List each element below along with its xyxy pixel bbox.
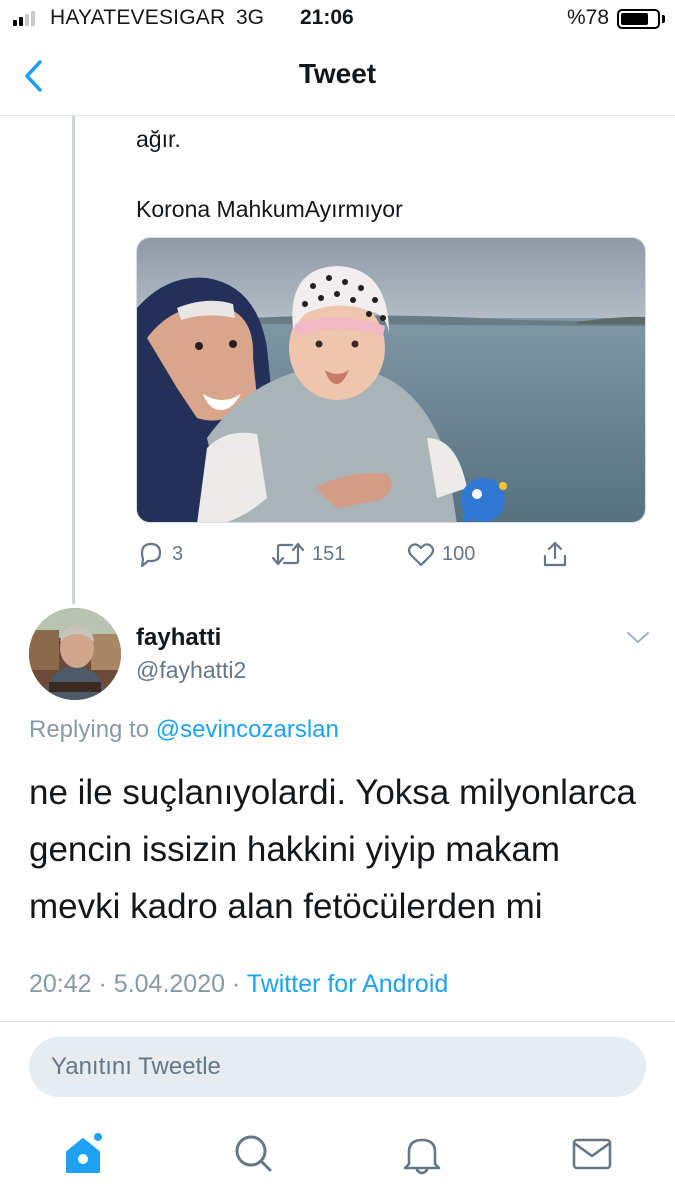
tweet-date: 5.04.2020 <box>113 970 226 998</box>
network-type: 3G <box>236 6 265 29</box>
retweet-icon <box>271 542 305 566</box>
tweet-text: ne ile suçlanıyolardi. Yoksa milyonlarca… <box>29 764 659 935</box>
search-icon <box>235 1135 272 1172</box>
battery-nub <box>662 15 665 23</box>
tweet-photo[interactable] <box>136 237 646 523</box>
previous-tweet-actions: 3 151 100 <box>136 536 576 572</box>
tweet-text-line: gencin issizin hakkini yiyip makam <box>29 830 561 869</box>
tweet-detail-screen: HAYATEVESIGAR 3G 21:06 %78 Tweet ağır. K… <box>0 0 675 1200</box>
tab-bar <box>0 1118 675 1200</box>
tweet-time: 20:42 <box>29 970 92 998</box>
avatar-image <box>29 608 121 700</box>
photo-image <box>137 238 645 522</box>
meta-separator: · <box>231 970 241 998</box>
signal-strength-icon <box>13 10 35 26</box>
notifications-icon <box>403 1138 441 1175</box>
tab-home[interactable] <box>63 1132 107 1176</box>
nav-bar: Tweet <box>0 40 675 116</box>
avatar[interactable] <box>29 608 121 700</box>
like-count: 100 <box>442 542 476 565</box>
battery-icon <box>617 9 660 29</box>
status-bar: HAYATEVESIGAR 3G 21:06 %78 <box>0 0 675 40</box>
reply-input[interactable]: Yanıtını Tweetle <box>29 1037 646 1097</box>
tab-notifications[interactable] <box>400 1132 444 1176</box>
tweet-text-line: mevki kadro alan fetöcülerden mi <box>29 887 543 926</box>
thread-connector-line <box>72 116 75 604</box>
tweet-metadata: 20:42 · 5.04.2020 · Twitter for Android <box>29 970 448 999</box>
previous-tweet-text: ağır. <box>136 126 181 152</box>
heart-icon <box>407 543 435 567</box>
replying-prefix: Replying to <box>29 716 150 743</box>
reply-action[interactable]: 3 <box>136 536 183 572</box>
previous-tweet-hashtag-line: Korona MahkumAyırmıyor <box>136 196 403 222</box>
divider <box>0 1021 675 1022</box>
more-options-button[interactable] <box>624 628 652 648</box>
reply-icon <box>140 542 162 568</box>
status-time: 21:06 <box>300 6 354 29</box>
replying-to: Replying to @sevincozarslan <box>29 716 339 744</box>
tab-messages[interactable] <box>570 1132 614 1176</box>
battery-percent: %78 <box>567 6 610 29</box>
battery-level <box>621 13 649 25</box>
tweet-source-link[interactable]: Twitter for Android <box>247 970 448 998</box>
replying-mention-link[interactable]: @sevincozarslan <box>156 716 339 743</box>
retweet-count: 151 <box>312 542 346 565</box>
tweet-text-line: ne ile suçlanıyolardi. Yoksa milyonlarca <box>29 773 636 812</box>
like-action[interactable]: 100 <box>406 536 475 572</box>
retweet-action[interactable]: 151 <box>270 536 345 572</box>
page-title: Tweet <box>298 58 377 89</box>
messages-icon <box>572 1138 612 1170</box>
reply-placeholder: Yanıtını Tweetle <box>51 1053 221 1080</box>
carrier-name: HAYATEVESIGAR <box>50 6 226 29</box>
home-icon <box>66 1133 102 1173</box>
user-handle[interactable]: @fayhatti2 <box>136 657 246 684</box>
chevron-down-icon <box>627 632 649 643</box>
share-action[interactable] <box>540 536 570 572</box>
tab-search[interactable] <box>232 1132 276 1176</box>
reply-count: 3 <box>172 542 184 565</box>
share-icon <box>543 541 567 567</box>
display-name[interactable]: fayhatti <box>136 624 221 652</box>
meta-separator: · <box>98 970 107 998</box>
